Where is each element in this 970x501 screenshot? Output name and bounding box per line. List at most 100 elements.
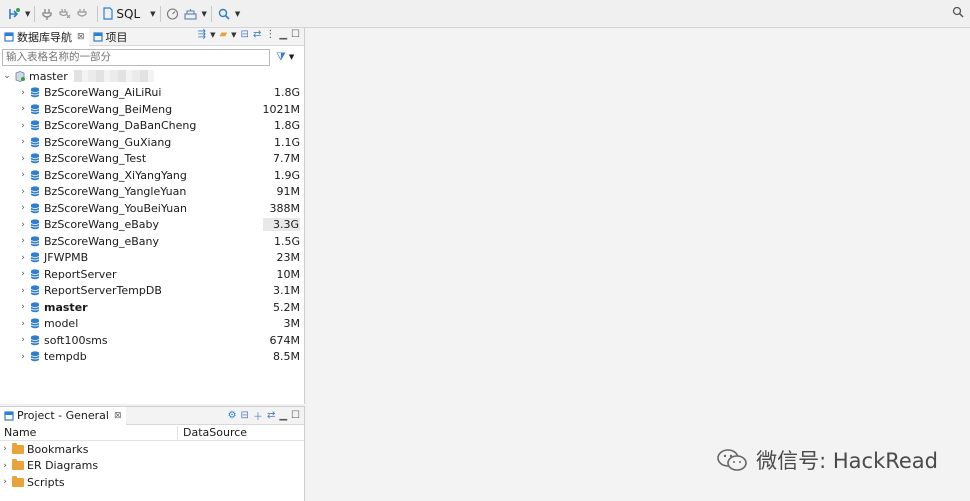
project-columns: Name DataSource (0, 425, 304, 441)
project-item[interactable]: › Bookmarks (0, 441, 304, 458)
minimize-icon[interactable]: ▁ (279, 410, 287, 421)
database-node[interactable]: › BzScoreWang_DaBanCheng 1.8G (0, 118, 304, 135)
database-tree: ⌄ master › BzScoreWang_AiLiRui 1.8G › BzScor… (0, 68, 304, 365)
dashboard-icon[interactable] (165, 4, 181, 24)
chevron-right-icon[interactable]: › (0, 477, 10, 487)
chevron-down-icon[interactable]: ▼ (150, 10, 155, 18)
chevron-right-icon[interactable]: › (18, 269, 28, 279)
column-datasource[interactable]: DataSource (178, 426, 247, 439)
tab-projects[interactable]: 项目 (89, 28, 132, 46)
chevron-right-icon[interactable]: › (18, 88, 28, 98)
view-menu-icon[interactable]: ⋮ (265, 29, 275, 40)
close-icon[interactable]: ⊠ (114, 411, 122, 421)
tab-project-general[interactable]: Project - General ⊠ (0, 406, 126, 425)
project-item[interactable]: › ER Diagrams (0, 458, 304, 475)
watermark: 微信号: HackRead (716, 445, 938, 475)
chevron-right-icon[interactable]: › (18, 335, 28, 345)
database-size: 23M (276, 251, 301, 265)
project-item[interactable]: › Scripts (0, 474, 304, 491)
chevron-right-icon[interactable]: › (18, 319, 28, 329)
disconnect-icon[interactable] (57, 4, 73, 24)
settings-icon[interactable]: ⚙ (228, 410, 237, 421)
maximize-icon[interactable]: ☐ (291, 29, 300, 40)
connect-icon[interactable] (39, 4, 55, 24)
chevron-right-icon[interactable]: › (18, 253, 28, 263)
database-size: 5.2M (273, 300, 300, 314)
database-node[interactable]: › BzScoreWang_eBaby 3.3G (0, 217, 304, 234)
close-icon[interactable]: ⊠ (77, 32, 85, 42)
database-size: 1.8G (273, 86, 300, 100)
database-node[interactable]: › JFWPMB 23M (0, 250, 304, 267)
database-node[interactable]: › BzScoreWang_Test 7.7M (0, 151, 304, 168)
transaction-icon[interactable] (183, 4, 199, 24)
database-node[interactable]: › soft100sms 674M (0, 332, 304, 349)
database-node[interactable]: › BzScoreWang_YouBeiYuan 388M (0, 200, 304, 217)
chevron-right-icon[interactable]: › (18, 121, 28, 131)
link-editor-icon[interactable]: ⇄ (267, 410, 275, 421)
filter-icon[interactable]: ⧩ (276, 50, 286, 64)
chevron-right-icon[interactable]: › (18, 220, 28, 230)
database-icon (30, 335, 40, 345)
chevron-right-icon[interactable]: › (18, 352, 28, 362)
link-editor-icon[interactable]: ⇄ (253, 29, 261, 40)
chevron-down-icon[interactable]: ▼ (231, 31, 236, 39)
maximize-icon[interactable]: ☐ (291, 410, 300, 421)
database-node[interactable]: › BzScoreWang_eBany 1.5G (0, 233, 304, 250)
collapse-all-icon[interactable]: ⊟ (241, 29, 249, 40)
tab-database-navigator[interactable]: 数据库导航 ⊠ (0, 27, 89, 46)
database-node[interactable]: › tempdb 8.5M (0, 349, 304, 366)
new-connection-icon[interactable] (6, 4, 22, 24)
chevron-right-icon[interactable]: › (18, 203, 28, 213)
chevron-right-icon[interactable]: › (18, 302, 28, 312)
database-node[interactable]: › BzScoreWang_AiLiRui 1.8G (0, 85, 304, 102)
wechat-icon (717, 449, 747, 471)
toolbar-divider (97, 5, 99, 22)
chevron-right-icon[interactable]: › (18, 187, 28, 197)
column-name[interactable]: Name (0, 426, 178, 439)
chevron-right-icon[interactable]: › (0, 444, 10, 454)
connection-node[interactable]: ⌄ master (0, 68, 304, 85)
chevron-right-icon[interactable]: › (18, 286, 28, 296)
folder-icon[interactable]: ▰ (219, 29, 227, 40)
database-node[interactable]: › master 5.2M (0, 299, 304, 316)
global-search-icon[interactable] (952, 6, 964, 21)
database-node[interactable]: › ReportServer 10M (0, 266, 304, 283)
chevron-down-icon[interactable]: ▼ (289, 53, 294, 61)
database-node[interactable]: › ReportServerTempDB 3.1M (0, 283, 304, 300)
database-icon (30, 236, 40, 246)
project-item-label: ER Diagrams (27, 459, 99, 473)
search-icon[interactable] (216, 4, 232, 24)
chevron-down-icon[interactable]: ⌄ (2, 71, 12, 81)
database-size: 3.1M (273, 284, 300, 298)
collapse-all-icon[interactable]: ⊟ (241, 410, 249, 421)
database-node[interactable]: › BzScoreWang_XiYangYang 1.9G (0, 167, 304, 184)
database-size: 8.5M (273, 350, 300, 364)
chevron-down-icon[interactable]: ▼ (202, 10, 207, 18)
chevron-right-icon[interactable]: › (18, 170, 28, 180)
database-node[interactable]: › BzScoreWang_GuXiang 1.1G (0, 134, 304, 151)
toolbar-divider (210, 5, 212, 22)
database-size: 674M (269, 333, 301, 347)
sql-editor-button[interactable]: SQL (102, 4, 140, 24)
minimize-icon[interactable]: ▁ (279, 29, 287, 40)
toolbar-divider (34, 5, 36, 22)
chevron-down-icon[interactable]: ▼ (235, 10, 240, 18)
chevron-right-icon[interactable]: › (0, 461, 10, 471)
chevron-down-icon[interactable]: ▼ (25, 10, 30, 18)
new-connection-icon[interactable]: ⇶ (198, 29, 206, 40)
database-name: BzScoreWang_DaBanCheng (44, 119, 197, 133)
database-node[interactable]: › model 3M (0, 316, 304, 333)
chevron-right-icon[interactable]: › (18, 154, 28, 164)
chevron-right-icon[interactable]: › (18, 236, 28, 246)
chevron-right-icon[interactable]: › (18, 104, 28, 114)
database-name: soft100sms (44, 333, 108, 347)
database-node[interactable]: › BzScoreWang_BeiMeng 1021M (0, 101, 304, 118)
database-icon (30, 318, 40, 329)
chevron-right-icon[interactable]: › (18, 137, 28, 147)
add-icon[interactable]: ＋ (253, 408, 263, 423)
table-filter-input[interactable] (2, 48, 270, 66)
database-node[interactable]: › BzScoreWang_YangleYuan 91M (0, 184, 304, 201)
reconnect-icon[interactable] (75, 4, 91, 24)
chevron-down-icon[interactable]: ▼ (210, 31, 215, 39)
database-name: BzScoreWang_AiLiRui (44, 86, 162, 100)
